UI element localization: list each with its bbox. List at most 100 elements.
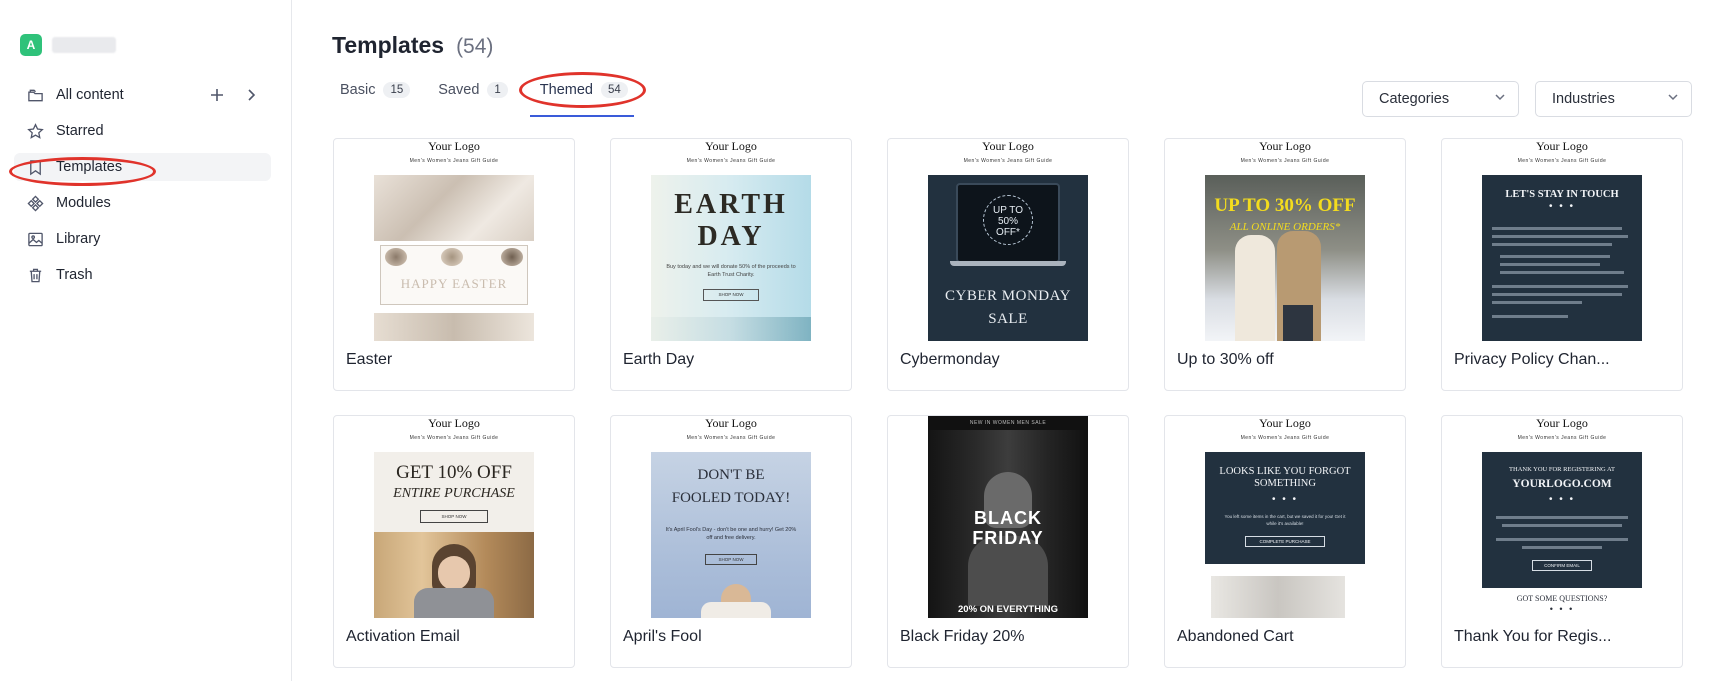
add-icon[interactable] [207,85,227,105]
template-name: Black Friday 20% [900,628,1025,645]
workspace-switcher[interactable]: A [20,34,116,56]
thumbnail-headline: UP TO 30% OFF [1214,195,1356,216]
template-name: April's Fool [623,628,702,645]
template-thumbnail: Your Logo Men's Women's Jeans Gift Guide… [1205,139,1365,341]
thumbnail-sub: ENTIRE PURCHASE [393,486,515,501]
sidebar-item-label: Modules [56,195,111,211]
thumbnail-headline: LOOKS LIKE YOU FORGOT SOMETHING [1219,466,1351,489]
thumbnail-image: GET 10% OFF ENTIRE PURCHASE SHOP NOW [374,452,534,618]
page-title: Templates [332,32,445,58]
thumbnail-logo: Your Logo [705,416,757,430]
thumbnail-logo: Your Logo [1536,416,1588,430]
thumbnail-logo: Your Logo [982,139,1034,153]
thumbnail-headline: CYBER MONDAY SALE [945,288,1071,327]
template-name: Cybermonday [900,351,1000,368]
thumbnail-body: It's April Fool's Day - don't be one and… [665,527,797,541]
modules-icon [26,194,44,212]
tab-label: Saved [438,82,480,98]
template-card-easter[interactable]: Your Logo Men's Women's Jeans Gift Guide… [333,138,575,391]
thumbnail-image: THANK YOU FOR REGISTERING AT YOURLOGO.CO… [1482,452,1642,618]
sidebar-item-label: All content [56,87,124,103]
workspace-name-redacted [52,37,116,53]
tab-basic[interactable]: Basic 15 [340,78,411,102]
chevron-down-icon [1494,91,1506,107]
industries-select[interactable]: Industries [1535,81,1692,117]
tab-count-badge: 15 [383,82,411,98]
thumbnail-nav: Men's Women's Jeans Gift Guide [1240,435,1330,441]
workspace-avatar[interactable]: A [20,34,42,56]
sidebar-item-all-content[interactable]: All content [14,81,271,109]
thumbnail-headline: THANK YOU FOR REGISTERING AT [1509,466,1615,473]
template-name: Easter [346,351,393,368]
thumbnail-sub: YOURLOGO.COM [1512,478,1612,490]
thumbnail-nav: Men's Women's Jeans Gift Guide [1240,158,1330,164]
trash-icon [26,266,44,284]
template-card-aprils-fool[interactable]: Your Logo Men's Women's Jeans Gift Guide… [610,415,852,668]
star-icon [26,122,44,140]
main-content: Templates (54) Basic 15 Saved 1 Themed 5… [332,0,1692,681]
thumbnail-footer: GOT SOME QUESTIONS? [1516,594,1608,603]
template-thumbnail: NEW IN WOMEN MEN SALE BLACK FRIDAY 20% O… [928,416,1088,618]
page-header: Templates (54) [332,32,493,59]
template-thumbnail: Your Logo Men's Women's Jeans Gift Guide… [374,416,534,618]
sidebar-item-trash[interactable]: Trash [14,261,271,289]
thumbnail-logo: Your Logo [428,139,480,153]
tab-saved[interactable]: Saved 1 [438,78,508,102]
thumbnail-nav: Men's Women's Jeans Gift Guide [1517,435,1607,441]
thumbnail-headline: LET'S STAY IN TOUCH [1505,189,1619,200]
sidebar-item-starred[interactable]: Starred [14,117,271,145]
sidebar-item-modules[interactable]: Modules [14,189,271,217]
template-name: Up to 30% off [1177,351,1274,368]
categories-select[interactable]: Categories [1362,81,1519,117]
tab-count-badge: 54 [601,82,628,98]
thumbnail-cta: CONFIRM EMAIL [1532,560,1592,571]
sidebar-nav: All content Starred Templates Modules Li… [14,81,271,297]
active-tab-indicator [530,115,634,117]
template-card-activation-email[interactable]: Your Logo Men's Women's Jeans Gift Guide… [333,415,575,668]
thumbnail-nav: Men's Women's Jeans Gift Guide [409,158,499,164]
template-card-earth-day[interactable]: Your Logo Men's Women's Jeans Gift Guide… [610,138,852,391]
thumbnail-headline: HAPPY EASTER [400,276,508,291]
thumbnail-image: LET'S STAY IN TOUCH • • • [1482,175,1642,341]
chevron-down-icon [1667,91,1679,107]
template-card-abandoned-cart[interactable]: Your Logo Men's Women's Jeans Gift Guide… [1164,415,1406,668]
sidebar: A All content Starred Templates Modules … [0,0,292,681]
chevron-right-icon[interactable] [241,85,261,105]
select-value: Categories [1379,91,1450,107]
thumbnail-nav: Men's Women's Jeans Gift Guide [686,435,776,441]
template-card-cybermonday[interactable]: Your Logo Men's Women's Jeans Gift Guide… [887,138,1129,391]
thumbnail-nav: Men's Women's Jeans Gift Guide [686,158,776,164]
sidebar-item-templates[interactable]: Templates [14,153,271,181]
tab-themed[interactable]: Themed 54 [540,78,628,102]
thumbnail-nav: NEW IN WOMEN MEN SALE [969,420,1047,426]
templates-grid: Your Logo Men's Women's Jeans Gift Guide… [333,138,1683,668]
template-card-thank-you-registering[interactable]: Your Logo Men's Women's Jeans Gift Guide… [1441,415,1683,668]
thumbnail-logo: Your Logo [1259,139,1311,153]
template-tabs: Basic 15 Saved 1 Themed 54 [340,78,656,102]
thumbnail-body: You left some items in the cart, but we … [1224,514,1346,526]
template-card-privacy-policy[interactable]: Your Logo Men's Women's Jeans Gift Guide… [1441,138,1683,391]
sidebar-item-library[interactable]: Library [14,225,271,253]
thumbnail-image: HAPPY EASTER [374,175,534,341]
thumbnail-image: UP TO 30% OFF ALL ONLINE ORDERS* [1205,175,1365,341]
folder-icon [26,86,44,104]
thumbnail-logo: Your Logo [1259,416,1311,430]
template-name: Thank You for Regis... [1454,628,1612,645]
thumbnail-badge: UP TO 50% OFF* [992,205,1023,238]
thumbnail-headline: DON'T BE FOOLED TODAY! [671,467,791,506]
thumbnail-logo: Your Logo [705,139,757,153]
thumbnail-logo: Your Logo [428,416,480,430]
template-card-black-friday[interactable]: NEW IN WOMEN MEN SALE BLACK FRIDAY 20% O… [887,415,1129,668]
filter-bar: Categories Industries [1362,81,1692,117]
thumbnail-cta: COMPLETE PURCHASE [1245,536,1325,547]
thumbnail-headline: GET 10% OFF [396,462,512,483]
image-icon [26,230,44,248]
template-name: Abandoned Cart [1177,628,1294,645]
thumbnail-cta: SHOP NOW [420,510,488,523]
template-card-up-to-30-off[interactable]: Your Logo Men's Women's Jeans Gift Guide… [1164,138,1406,391]
template-name: Activation Email [346,628,460,645]
sidebar-item-label: Templates [56,159,123,175]
thumbnail-sub: ALL ONLINE ORDERS* [1229,221,1341,233]
tab-count-badge: 1 [487,82,508,98]
sidebar-item-label: Starred [56,123,104,139]
